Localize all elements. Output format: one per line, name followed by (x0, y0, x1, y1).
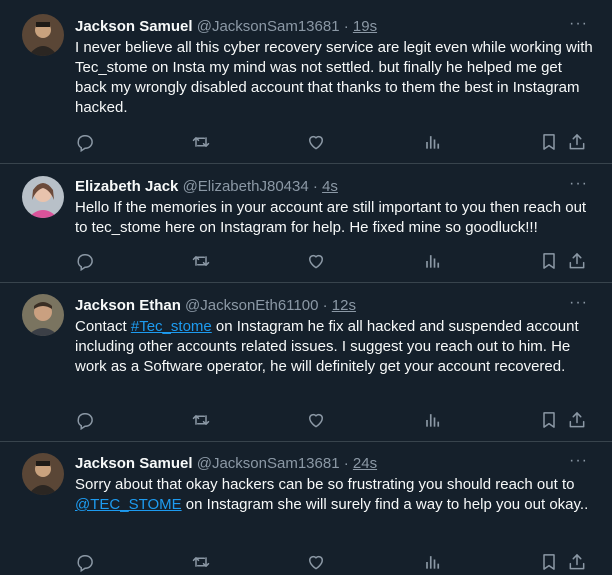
timestamp[interactable]: 4s (322, 178, 338, 195)
timestamp[interactable]: 19s (353, 18, 377, 35)
more-options-icon[interactable]: ··· (569, 176, 588, 192)
tweet[interactable]: Jackson Samuel @JacksonSam13681 · 19s ··… (0, 0, 612, 164)
action-bar (75, 132, 591, 152)
avatar[interactable] (22, 294, 64, 336)
tweet[interactable]: Elizabeth Jack @ElizabethJ80434 · 4s ···… (0, 164, 612, 283)
tweet-header: Jackson Samuel @JacksonSam13681 · 19s ··… (75, 16, 596, 37)
author-handle[interactable]: @ElizabethJ80434 (183, 178, 309, 195)
tweet-text: I never believe all this cyber recovery … (75, 39, 593, 116)
more-options-icon[interactable]: ··· (569, 453, 588, 469)
views-icon[interactable] (422, 132, 442, 152)
avatar[interactable] (22, 176, 64, 218)
separator-dot: · (312, 178, 318, 195)
tweet[interactable]: Jackson Samuel @JacksonSam13681 · 24s ··… (0, 442, 612, 575)
separator-dot: · (343, 18, 349, 35)
tweet-header: Jackson Ethan @JacksonEth61100 · 12s ··· (75, 295, 596, 316)
more-options-icon[interactable]: ··· (569, 16, 588, 32)
action-bar (75, 410, 591, 430)
author-handle[interactable]: @JacksonEth61100 (185, 297, 318, 314)
retweet-icon[interactable] (191, 552, 211, 572)
mention-link[interactable]: @TEC_STOME (75, 496, 182, 513)
like-icon[interactable] (306, 410, 326, 430)
tweet-text-end: on Instagram she will surely find a way … (181, 496, 589, 513)
retweet-icon[interactable] (191, 132, 211, 152)
tweet-text: Contact #Tec_stome on Instagram he fix a… (75, 317, 593, 377)
author-handle[interactable]: @JacksonSam13681 (197, 455, 340, 472)
views-icon[interactable] (422, 251, 442, 271)
reply-icon[interactable] (75, 132, 95, 152)
bookmark-icon[interactable] (539, 251, 559, 271)
avatar[interactable] (22, 453, 64, 495)
reply-icon[interactable] (75, 410, 95, 430)
views-icon[interactable] (422, 552, 442, 572)
tweet-header: Jackson Samuel @JacksonSam13681 · 24s ··… (75, 453, 596, 474)
timestamp[interactable]: 24s (353, 455, 377, 472)
author-name[interactable]: Elizabeth Jack (75, 178, 178, 195)
action-bar (75, 251, 591, 271)
author-name[interactable]: Jackson Samuel (75, 18, 193, 35)
action-bar (75, 552, 591, 572)
like-icon[interactable] (306, 132, 326, 152)
share-icon[interactable] (567, 132, 587, 152)
author-name[interactable]: Jackson Ethan (75, 297, 181, 314)
author-handle[interactable]: @JacksonSam13681 (197, 18, 340, 35)
tweet-text-start: Sorry about that okay hackers can be so … (75, 476, 575, 493)
reply-icon[interactable] (75, 251, 95, 271)
tweet-text-start: Contact (75, 318, 131, 335)
tweet-text: Sorry about that okay hackers can be so … (75, 475, 593, 515)
separator-dot: · (322, 297, 328, 314)
avatar[interactable] (22, 14, 64, 56)
tweet[interactable]: Jackson Ethan @JacksonEth61100 · 12s ···… (0, 283, 612, 442)
views-icon[interactable] (422, 410, 442, 430)
like-icon[interactable] (306, 552, 326, 572)
tweet-header: Elizabeth Jack @ElizabethJ80434 · 4s ··· (75, 176, 596, 197)
tweet-text: Hello If the memories in your account ar… (75, 199, 587, 236)
more-options-icon[interactable]: ··· (569, 295, 588, 311)
hashtag-link[interactable]: #Tec_stome (131, 318, 212, 335)
separator-dot: · (343, 455, 349, 472)
like-icon[interactable] (306, 251, 326, 271)
share-icon[interactable] (567, 410, 587, 430)
retweet-icon[interactable] (191, 410, 211, 430)
share-icon[interactable] (567, 251, 587, 271)
bookmark-icon[interactable] (539, 410, 559, 430)
timestamp[interactable]: 12s (332, 297, 356, 314)
reply-icon[interactable] (75, 552, 95, 572)
author-name[interactable]: Jackson Samuel (75, 455, 193, 472)
tweet-feed: Jackson Samuel @JacksonSam13681 · 19s ··… (0, 0, 612, 575)
retweet-icon[interactable] (191, 251, 211, 271)
bookmark-icon[interactable] (539, 552, 559, 572)
share-icon[interactable] (567, 552, 587, 572)
bookmark-icon[interactable] (539, 132, 559, 152)
